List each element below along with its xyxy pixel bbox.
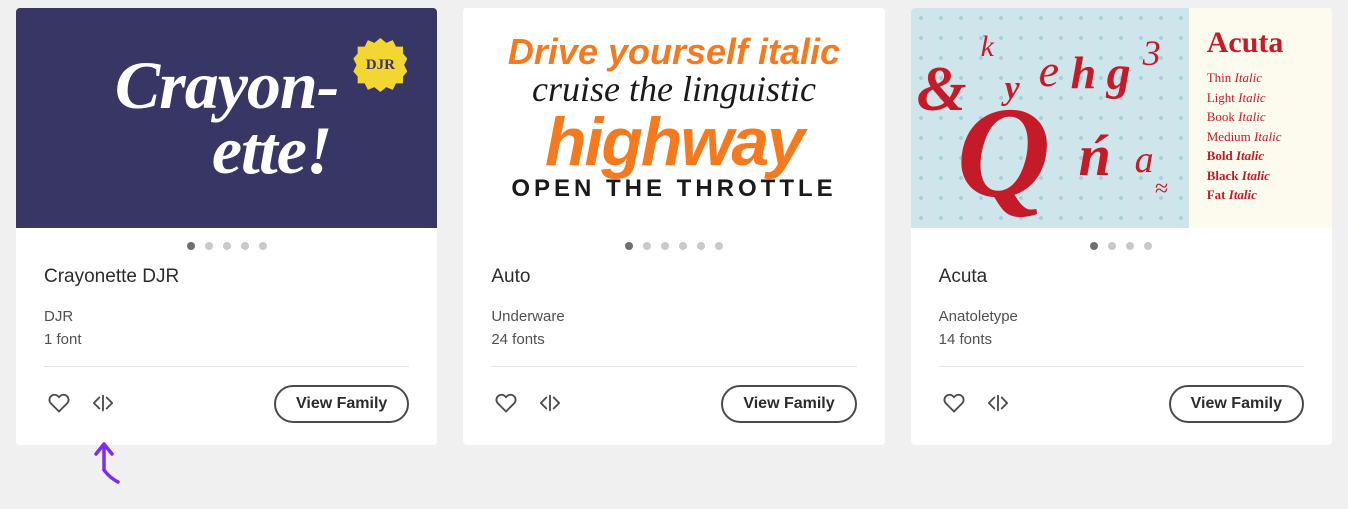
carousel-dot[interactable] — [223, 242, 231, 250]
font-preview-acuta[interactable]: &kyehg3Qńa≈ Acuta Thin ItalicLight Itali… — [911, 8, 1332, 228]
card-actions: View Family — [44, 385, 409, 423]
carousel-dot[interactable] — [259, 242, 267, 250]
annotation-cursor-arrow — [88, 440, 122, 484]
font-card: &kyehg3Qńa≈ Acuta Thin ItalicLight Itali… — [911, 8, 1332, 445]
glyph: a — [1135, 138, 1154, 182]
favorite-button[interactable] — [44, 388, 74, 421]
style-item: Light Italic — [1207, 88, 1316, 108]
web-project-button[interactable] — [983, 388, 1013, 421]
font-title[interactable]: Acuta — [939, 266, 1304, 288]
font-count: 24 fonts — [491, 331, 856, 348]
carousel-dot[interactable] — [205, 242, 213, 250]
preview-font-name: Acuta — [1207, 26, 1316, 60]
carousel-dots — [911, 228, 1332, 260]
divider — [44, 366, 409, 367]
heart-icon — [943, 392, 965, 417]
font-title[interactable]: Crayonette DJR — [44, 266, 409, 288]
carousel-dot[interactable] — [1126, 242, 1134, 250]
style-item: Medium Italic — [1207, 127, 1316, 147]
carousel-dot[interactable] — [187, 242, 195, 250]
code-icon — [987, 392, 1009, 417]
font-count: 14 fonts — [939, 331, 1304, 348]
divider — [939, 366, 1304, 367]
carousel-dot[interactable] — [697, 242, 705, 250]
preview-line: cruise the linguistic — [532, 71, 816, 108]
glyph: h — [1071, 46, 1097, 99]
font-card: Drive yourself italic cruise the linguis… — [463, 8, 884, 445]
foundry-name[interactable]: Underware — [491, 308, 856, 325]
favorite-button[interactable] — [491, 388, 521, 421]
favorite-button[interactable] — [939, 388, 969, 421]
card-actions: View Family — [939, 385, 1304, 423]
style-item: Bold Italic — [1207, 146, 1316, 166]
carousel-dots — [463, 228, 884, 260]
preview-text: Crayon- ette! — [115, 53, 338, 182]
web-project-button[interactable] — [535, 388, 565, 421]
carousel-dot[interactable] — [241, 242, 249, 250]
style-item: Book Italic — [1207, 107, 1316, 127]
foundry-name[interactable]: DJR — [44, 308, 409, 325]
font-preview-crayonette[interactable]: Crayon- ette! DJR — [16, 8, 437, 228]
glyph: k — [981, 30, 994, 64]
preview-line: highway — [545, 108, 803, 177]
glyph: ≈ — [1155, 176, 1168, 203]
heart-icon — [48, 392, 70, 417]
carousel-dot[interactable] — [1090, 242, 1098, 250]
font-preview-auto[interactable]: Drive yourself italic cruise the linguis… — [463, 8, 884, 228]
heart-icon — [495, 392, 517, 417]
carousel-dots — [16, 228, 437, 260]
font-title[interactable]: Auto — [491, 266, 856, 288]
preview-line: OPEN THE THROTTLE — [511, 177, 836, 201]
carousel-dot[interactable] — [1144, 242, 1152, 250]
glyph: 3 — [1143, 32, 1161, 74]
style-item: Fat Italic — [1207, 185, 1316, 205]
style-list-panel: Acuta Thin ItalicLight ItalicBook Italic… — [1189, 8, 1332, 228]
foundry-badge-icon: DJR — [353, 38, 407, 92]
style-item: Black Italic — [1207, 166, 1316, 186]
code-icon — [539, 392, 561, 417]
divider — [491, 366, 856, 367]
font-count: 1 font — [44, 331, 409, 348]
foundry-name[interactable]: Anatoletype — [939, 308, 1304, 325]
card-actions: View Family — [491, 385, 856, 423]
glyph: g — [1107, 46, 1131, 101]
carousel-dot[interactable] — [625, 242, 633, 250]
view-family-button[interactable]: View Family — [721, 385, 856, 423]
preview-line: Drive yourself italic — [508, 34, 840, 71]
code-icon — [92, 392, 114, 417]
carousel-dot[interactable] — [715, 242, 723, 250]
view-family-button[interactable]: View Family — [1169, 385, 1304, 423]
view-family-button[interactable]: View Family — [274, 385, 409, 423]
carousel-dot[interactable] — [661, 242, 669, 250]
glyph: ń — [1079, 122, 1111, 189]
font-card: Crayon- ette! DJR Crayonette DJR DJR 1 f… — [16, 8, 437, 445]
web-project-button[interactable] — [88, 388, 118, 421]
glyph-cloud: &kyehg3Qńa≈ — [911, 8, 1189, 228]
carousel-dot[interactable] — [643, 242, 651, 250]
carousel-dot[interactable] — [679, 242, 687, 250]
carousel-dot[interactable] — [1108, 242, 1116, 250]
style-item: Thin Italic — [1207, 68, 1316, 88]
glyph: Q — [957, 78, 1051, 228]
